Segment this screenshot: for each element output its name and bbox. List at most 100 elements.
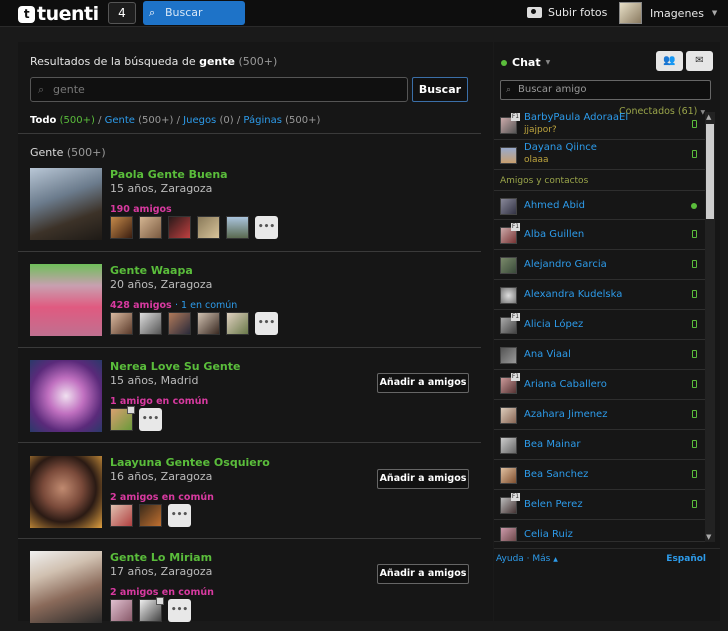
friend-thumbnail[interactable] (168, 312, 191, 335)
friend-thumbnail[interactable] (110, 504, 133, 527)
chat-search-input[interactable]: ⌕ Buscar amigo (500, 80, 711, 100)
add-friend-button[interactable]: Añadir a amigos (377, 564, 469, 584)
contacts-section-label: Amigos y contactos (500, 176, 589, 186)
footer-links: Ayuda · Más ▲ (496, 554, 558, 564)
friends-count[interactable]: 190 amigos (110, 204, 172, 215)
results-count: (500+) (238, 55, 278, 68)
search-results-panel: Resultados de la búsqueda de gente (500+… (18, 42, 493, 623)
notification-counter[interactable]: 4 (108, 2, 136, 24)
more-friends-button[interactable]: ••• (168, 599, 191, 622)
more-friends-button[interactable]: ••• (168, 504, 191, 527)
contact-name: Dayana Qiince (524, 142, 597, 153)
results-search-input[interactable]: ⌕ gente (30, 77, 408, 102)
mobile-icon (692, 440, 697, 448)
chat-scrollbar[interactable]: ▲ ▼ (705, 112, 715, 542)
person-result: Laayuna Gentee Osquiero 16 años, Zaragoz… (30, 456, 480, 536)
online-dot-icon (691, 203, 697, 209)
person-name[interactable]: Gente Waapa (110, 264, 193, 277)
chat-contact[interactable]: F1 Alicia López (494, 310, 705, 340)
mobile-badge-icon: F1 (511, 223, 520, 231)
friend-thumbnail[interactable] (110, 599, 133, 622)
scroll-up-icon[interactable]: ▲ (706, 113, 711, 121)
results-search-value: gente (53, 83, 85, 96)
add-friend-button[interactable]: Añadir a amigos (377, 469, 469, 489)
friend-thumbnails: ••• (110, 597, 191, 622)
chat-contact[interactable]: Bea Mainar (494, 430, 705, 460)
person-name[interactable]: Laayuna Gentee Osquiero (110, 456, 270, 469)
friend-thumbnail[interactable] (197, 216, 220, 239)
friends-count[interactable]: 428 amigos (110, 300, 172, 311)
friend-thumbnail[interactable] (110, 216, 133, 239)
messages-button[interactable]: ✉ (686, 51, 713, 71)
chat-contact[interactable]: Alejandro Garcia (494, 250, 705, 280)
chat-contact[interactable]: Bea Sanchez (494, 460, 705, 490)
chat-contact[interactable]: F1 Ariana Caballero (494, 370, 705, 400)
more-friends-button[interactable]: ••• (255, 216, 278, 239)
filter-pages[interactable]: Páginas (243, 115, 282, 126)
logo-text: tuenti (37, 3, 99, 25)
friend-thumbnail[interactable] (139, 504, 162, 527)
group-chat-button[interactable]: 👥 (656, 51, 683, 71)
scroll-down-icon[interactable]: ▼ (706, 533, 711, 541)
common-friends[interactable]: 2 amigos en común (110, 492, 214, 503)
chat-contact[interactable]: Celia Ruiz (494, 520, 705, 542)
search-icon: ⌕ (38, 83, 45, 96)
more-friends-button[interactable]: ••• (255, 312, 278, 335)
friend-thumbnail[interactable] (197, 312, 220, 335)
person-name[interactable]: Gente Lo Miriam (110, 551, 212, 564)
user-menu[interactable]: Imagenes ▼ (619, 2, 717, 24)
common-friends[interactable]: 1 amigo en común (110, 396, 208, 407)
results-title-prefix: Resultados de la búsqueda de (30, 55, 196, 68)
chat-contact[interactable]: Ahmed Abid (494, 190, 705, 220)
upload-photos-button[interactable]: Subir fotos (527, 6, 607, 19)
chat-contact[interactable]: Azahara Jimenez (494, 400, 705, 430)
person-name[interactable]: Paola Gente Buena (110, 168, 228, 181)
results-title: Resultados de la búsqueda de gente (500+… (30, 55, 277, 68)
filter-people[interactable]: Gente (105, 115, 135, 126)
top-search-placeholder: Buscar (165, 6, 203, 19)
chat-contact[interactable]: F1 BarbyPaula AdoraaEl jjajpor? (494, 110, 705, 140)
chat-header[interactable]: Chat ▼ (501, 56, 550, 69)
search-button[interactable]: Buscar (412, 77, 468, 102)
chat-contact[interactable]: Ana Viaal (494, 340, 705, 370)
more-friends-button[interactable]: ••• (139, 408, 162, 431)
chat-contact[interactable]: F1 Alba Guillen (494, 220, 705, 250)
more-link[interactable]: Más (532, 554, 550, 564)
common-friends[interactable]: · 1 en común (175, 300, 237, 311)
profile-photo[interactable] (30, 168, 102, 240)
contact-avatar (500, 147, 517, 164)
scrollbar-thumb[interactable] (706, 124, 714, 219)
friend-thumbnail[interactable] (110, 406, 135, 431)
filter-all[interactable]: Todo (30, 115, 56, 126)
friend-thumbnail[interactable] (139, 216, 162, 239)
friend-thumbnails: ••• (110, 216, 278, 239)
person-result: Nerea Love Su Gente 15 años, Madrid 1 am… (30, 360, 480, 440)
filter-pages-count: (500+) (285, 115, 321, 126)
profile-photo[interactable] (30, 360, 102, 432)
friend-thumbnail[interactable] (226, 312, 249, 335)
friend-thumbnail[interactable] (226, 216, 249, 239)
person-name[interactable]: Nerea Love Su Gente (110, 360, 240, 373)
chat-contact[interactable]: Alexandra Kudelska (494, 280, 705, 310)
language-link[interactable]: Español (666, 554, 706, 564)
friend-thumbnail[interactable] (110, 312, 133, 335)
tuenti-logo[interactable]: t tuenti (18, 3, 99, 25)
chat-contact[interactable]: F1 Belen Perez (494, 490, 705, 520)
chat-contact[interactable]: Dayana Qiince olaaa (494, 140, 705, 170)
friend-thumbnail[interactable] (168, 216, 191, 239)
friend-thumbnail[interactable] (139, 597, 164, 622)
friend-thumbnail[interactable] (139, 312, 162, 335)
top-search-input[interactable]: ⌕ Buscar (143, 1, 245, 25)
friend-thumbnails: ••• (110, 406, 162, 431)
contact-avatar (500, 257, 517, 274)
mobile-icon (692, 350, 697, 358)
chat-title: Chat (512, 56, 541, 69)
profile-photo[interactable] (30, 264, 102, 336)
filter-games[interactable]: Juegos (183, 115, 216, 126)
contact-avatar (500, 198, 517, 215)
friend-thumbnails: ••• (110, 504, 191, 527)
profile-photo[interactable] (30, 456, 102, 528)
add-friend-button[interactable]: Añadir a amigos (377, 373, 469, 393)
profile-photo[interactable] (30, 551, 102, 623)
help-link[interactable]: Ayuda (496, 554, 524, 564)
